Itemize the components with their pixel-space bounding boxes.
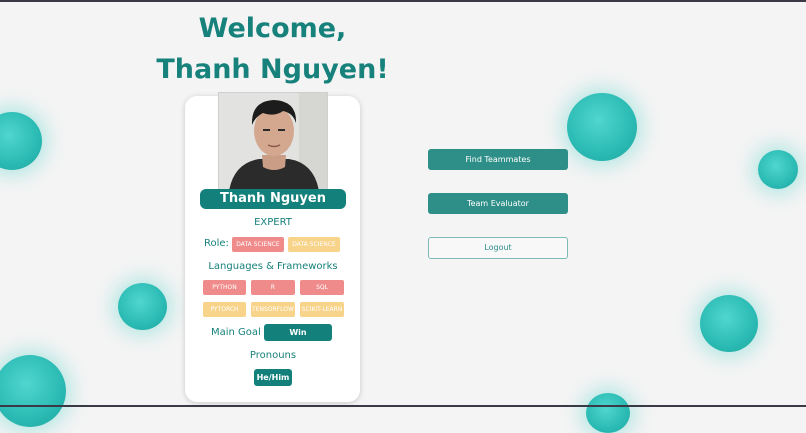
find-teammates-button[interactable]: Find Teammates bbox=[428, 149, 568, 170]
profile-name: Thanh Nguyen bbox=[200, 189, 346, 209]
decor-bubble-right-mid bbox=[700, 295, 758, 352]
main-goal-badge: Win Hackathon bbox=[264, 324, 332, 354]
team-evaluator-button[interactable]: Team Evaluator bbox=[428, 193, 568, 214]
decor-bubble-bottom-center bbox=[586, 393, 630, 433]
role-tag: DATA SCIENCE bbox=[232, 237, 284, 252]
profile-photo-image bbox=[219, 93, 327, 189]
language-tag: SCIKIT-LEARN bbox=[300, 302, 344, 317]
language-tag: R bbox=[251, 280, 295, 295]
language-tag: TENSORFLOW bbox=[251, 302, 295, 317]
decor-bubble-left bbox=[0, 112, 42, 170]
language-tag: SQL bbox=[300, 280, 344, 295]
decor-bubble-far-right bbox=[758, 150, 798, 189]
main-goal-label: Main Goal bbox=[211, 327, 261, 338]
decor-bubble-bottom-left bbox=[0, 355, 66, 427]
pronouns-heading: Pronouns bbox=[249, 350, 297, 361]
language-tag: PYTHON bbox=[203, 280, 246, 295]
experience-level: EXPERT bbox=[254, 217, 292, 228]
profile-photo bbox=[218, 92, 328, 190]
role-label: Role: bbox=[204, 238, 229, 249]
logout-button[interactable]: Logout bbox=[428, 237, 568, 259]
language-tag: PYTORCH bbox=[203, 302, 246, 317]
pronouns-badge: He/Him bbox=[254, 369, 292, 386]
role-tag: DATA SCIENCE bbox=[288, 237, 340, 252]
welcome-heading: Welcome, Thanh Nguyen! bbox=[156, 13, 389, 85]
decor-bubble-left-mid bbox=[118, 283, 167, 330]
languages-heading: Languages & Frameworks bbox=[208, 261, 338, 272]
window-top-border bbox=[0, 0, 806, 2]
decor-bubble-top-right bbox=[567, 93, 637, 161]
